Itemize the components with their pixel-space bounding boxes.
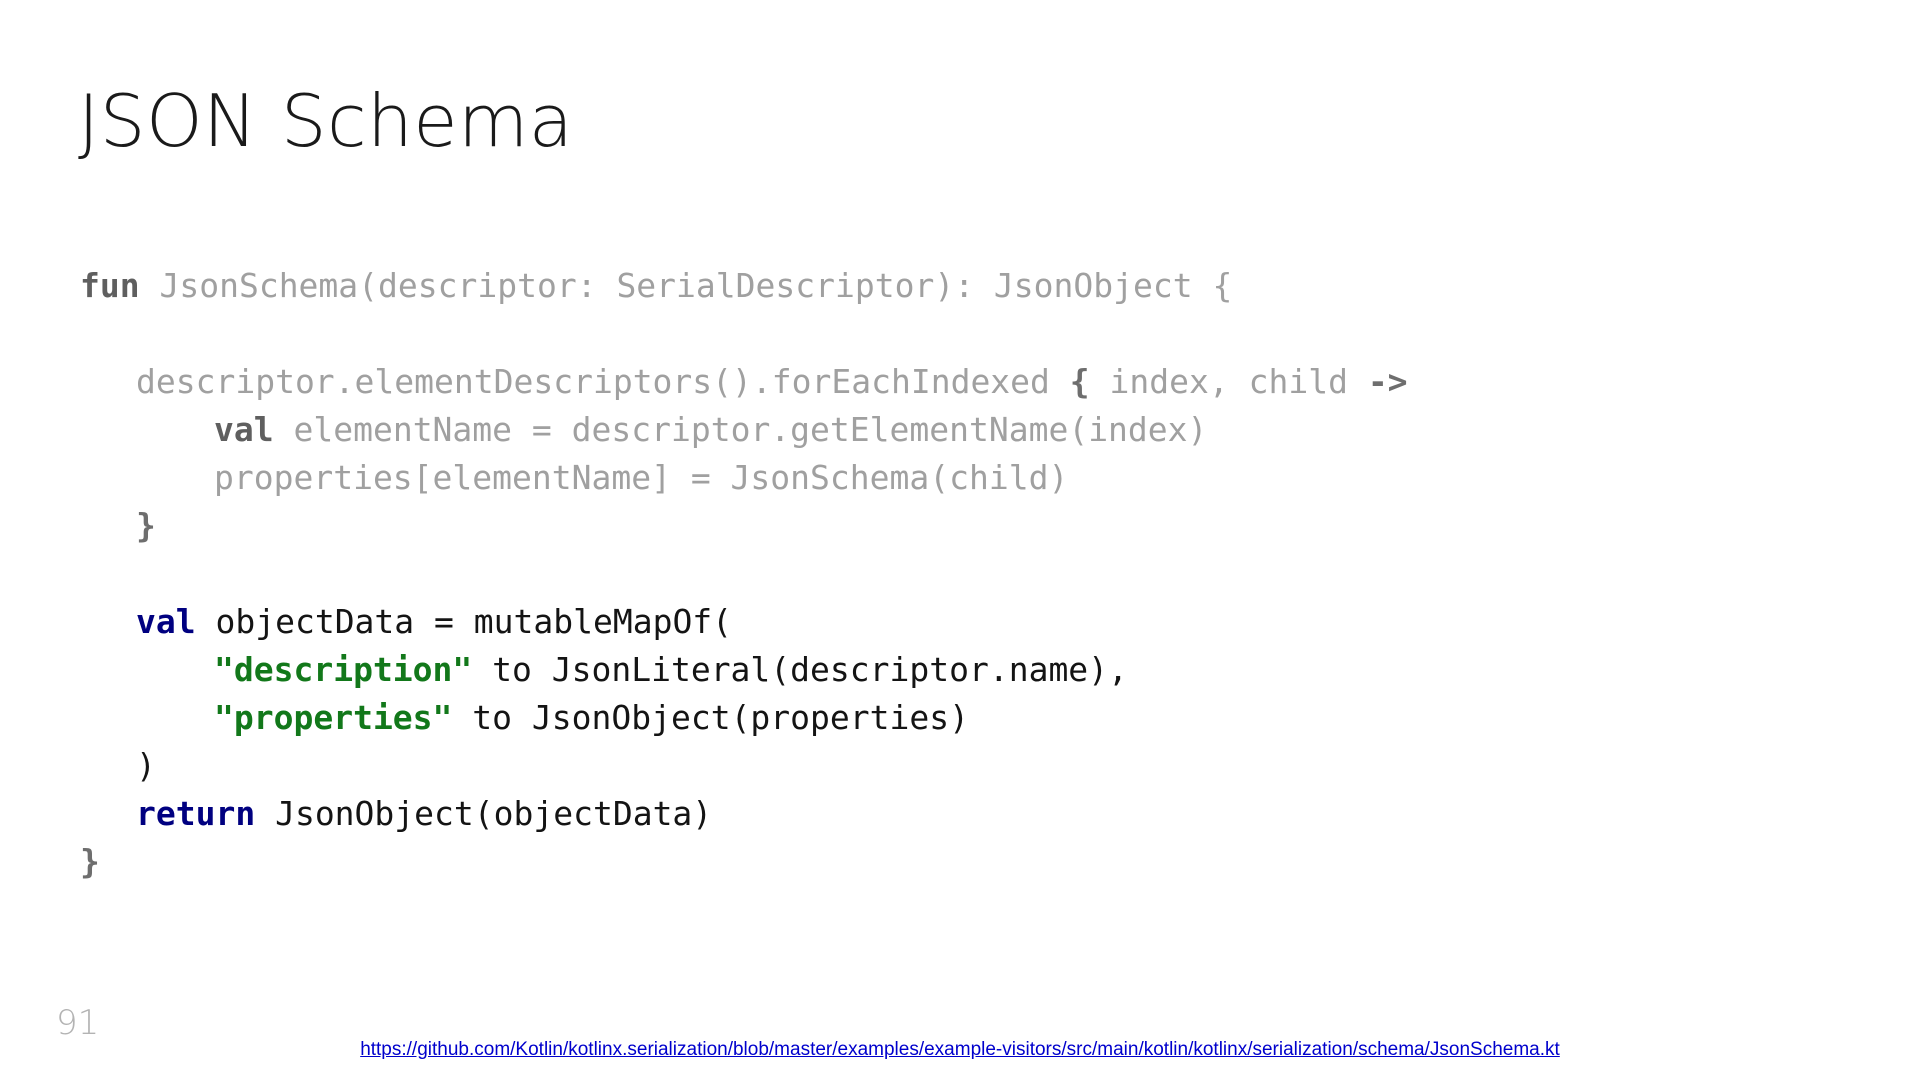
code-token: } — [80, 842, 100, 881]
code-token: { — [1069, 362, 1090, 401]
code-token: elementName = descriptor.getElementName(… — [293, 410, 1208, 449]
code-line: properties[elementName] = JsonSchema(chi… — [80, 454, 1860, 502]
code-block: fun JsonSchema(descriptor: SerialDescrip… — [80, 262, 1860, 886]
page-title: JSON Schema — [78, 79, 574, 163]
code-line: ) — [80, 742, 1860, 790]
code-token: descriptor.elementDescriptors().forEachI… — [136, 362, 1070, 401]
code-token: val — [214, 410, 294, 449]
code-token: ) — [136, 746, 156, 785]
code-line: descriptor.elementDescriptors().forEachI… — [80, 358, 1860, 406]
code-line: val elementName = descriptor.getElementN… — [80, 406, 1860, 454]
code-line: "properties" to JsonObject(properties) — [80, 694, 1860, 742]
code-token: to JsonLiteral(descriptor.name), — [472, 650, 1128, 689]
code-token: val — [136, 602, 216, 641]
code-token: JsonObject(objectData) — [275, 794, 713, 833]
code-line: "description" to JsonLiteral(descriptor.… — [80, 646, 1860, 694]
code-token: fun — [80, 266, 160, 305]
code-token: index, child — [1089, 362, 1368, 401]
code-line: return JsonObject(objectData) — [80, 790, 1860, 838]
code-token: objectData = mutableMapOf( — [215, 602, 733, 641]
slide-canvas: JSON Schema fun JsonSchema(descriptor: S… — [0, 0, 1920, 1080]
code-token: -> — [1367, 362, 1408, 401]
code-token: "properties" — [214, 698, 453, 737]
code-token: "description" — [214, 650, 473, 689]
code-token: to JsonObject(properties) — [452, 698, 969, 737]
code-line: fun JsonSchema(descriptor: SerialDescrip… — [80, 262, 1860, 310]
code-line: } — [80, 838, 1860, 886]
code-token: JsonSchema(descriptor: SerialDescriptor)… — [159, 266, 1233, 305]
code-token: properties[elementName] = JsonSchema(chi… — [214, 458, 1069, 497]
code-token: return — [136, 794, 276, 833]
page-number: 91 — [56, 1003, 100, 1043]
code-token: } — [136, 506, 156, 545]
code-line: val objectData = mutableMapOf( — [80, 598, 1860, 646]
code-line: } — [80, 502, 1860, 550]
source-url-link[interactable]: https://github.com/Kotlin/kotlinx.serial… — [0, 1038, 1920, 1062]
